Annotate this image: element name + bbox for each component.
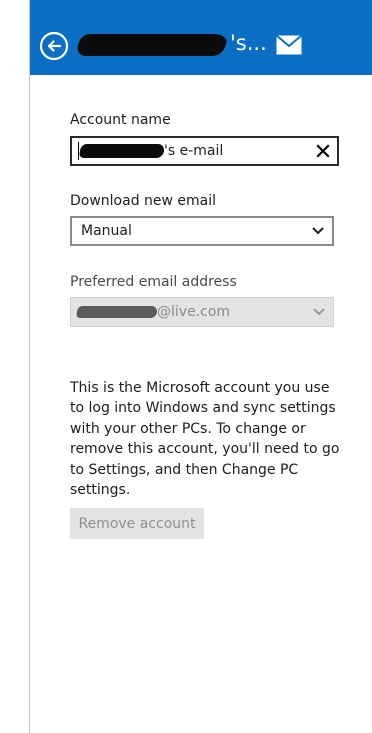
clear-icon[interactable]	[315, 143, 331, 159]
account-name-value: 's e-mail	[164, 143, 224, 159]
remove-account-button: Remove account	[70, 508, 204, 539]
redacted-text	[78, 144, 166, 158]
preferred-email-select: @live.com	[70, 297, 334, 327]
page-title: 's...	[76, 29, 292, 63]
preferred-email-value: @live.com	[157, 304, 231, 320]
redacted-text	[76, 306, 158, 318]
redacted-account-name	[76, 34, 228, 56]
download-selected-value: Manual	[81, 223, 132, 239]
mail-app-button[interactable]	[274, 33, 304, 57]
chevron-down-icon	[312, 227, 324, 235]
account-name-input[interactable]: 's e-mail	[70, 136, 339, 166]
preferred-email-label: Preferred email address	[70, 274, 237, 290]
download-select[interactable]: Manual	[70, 216, 334, 246]
download-label: Download new email	[70, 193, 217, 209]
pane-left-border	[29, 0, 30, 733]
back-button[interactable]	[39, 31, 69, 61]
account-info-text: This is the Microsoft account you use to…	[70, 380, 340, 499]
account-name-label: Account name	[70, 112, 171, 128]
mail-envelope-icon	[275, 34, 303, 55]
back-arrow-circle-icon	[39, 31, 69, 61]
chevron-down-icon	[313, 308, 325, 316]
page-title-suffix: 's...	[230, 31, 267, 55]
